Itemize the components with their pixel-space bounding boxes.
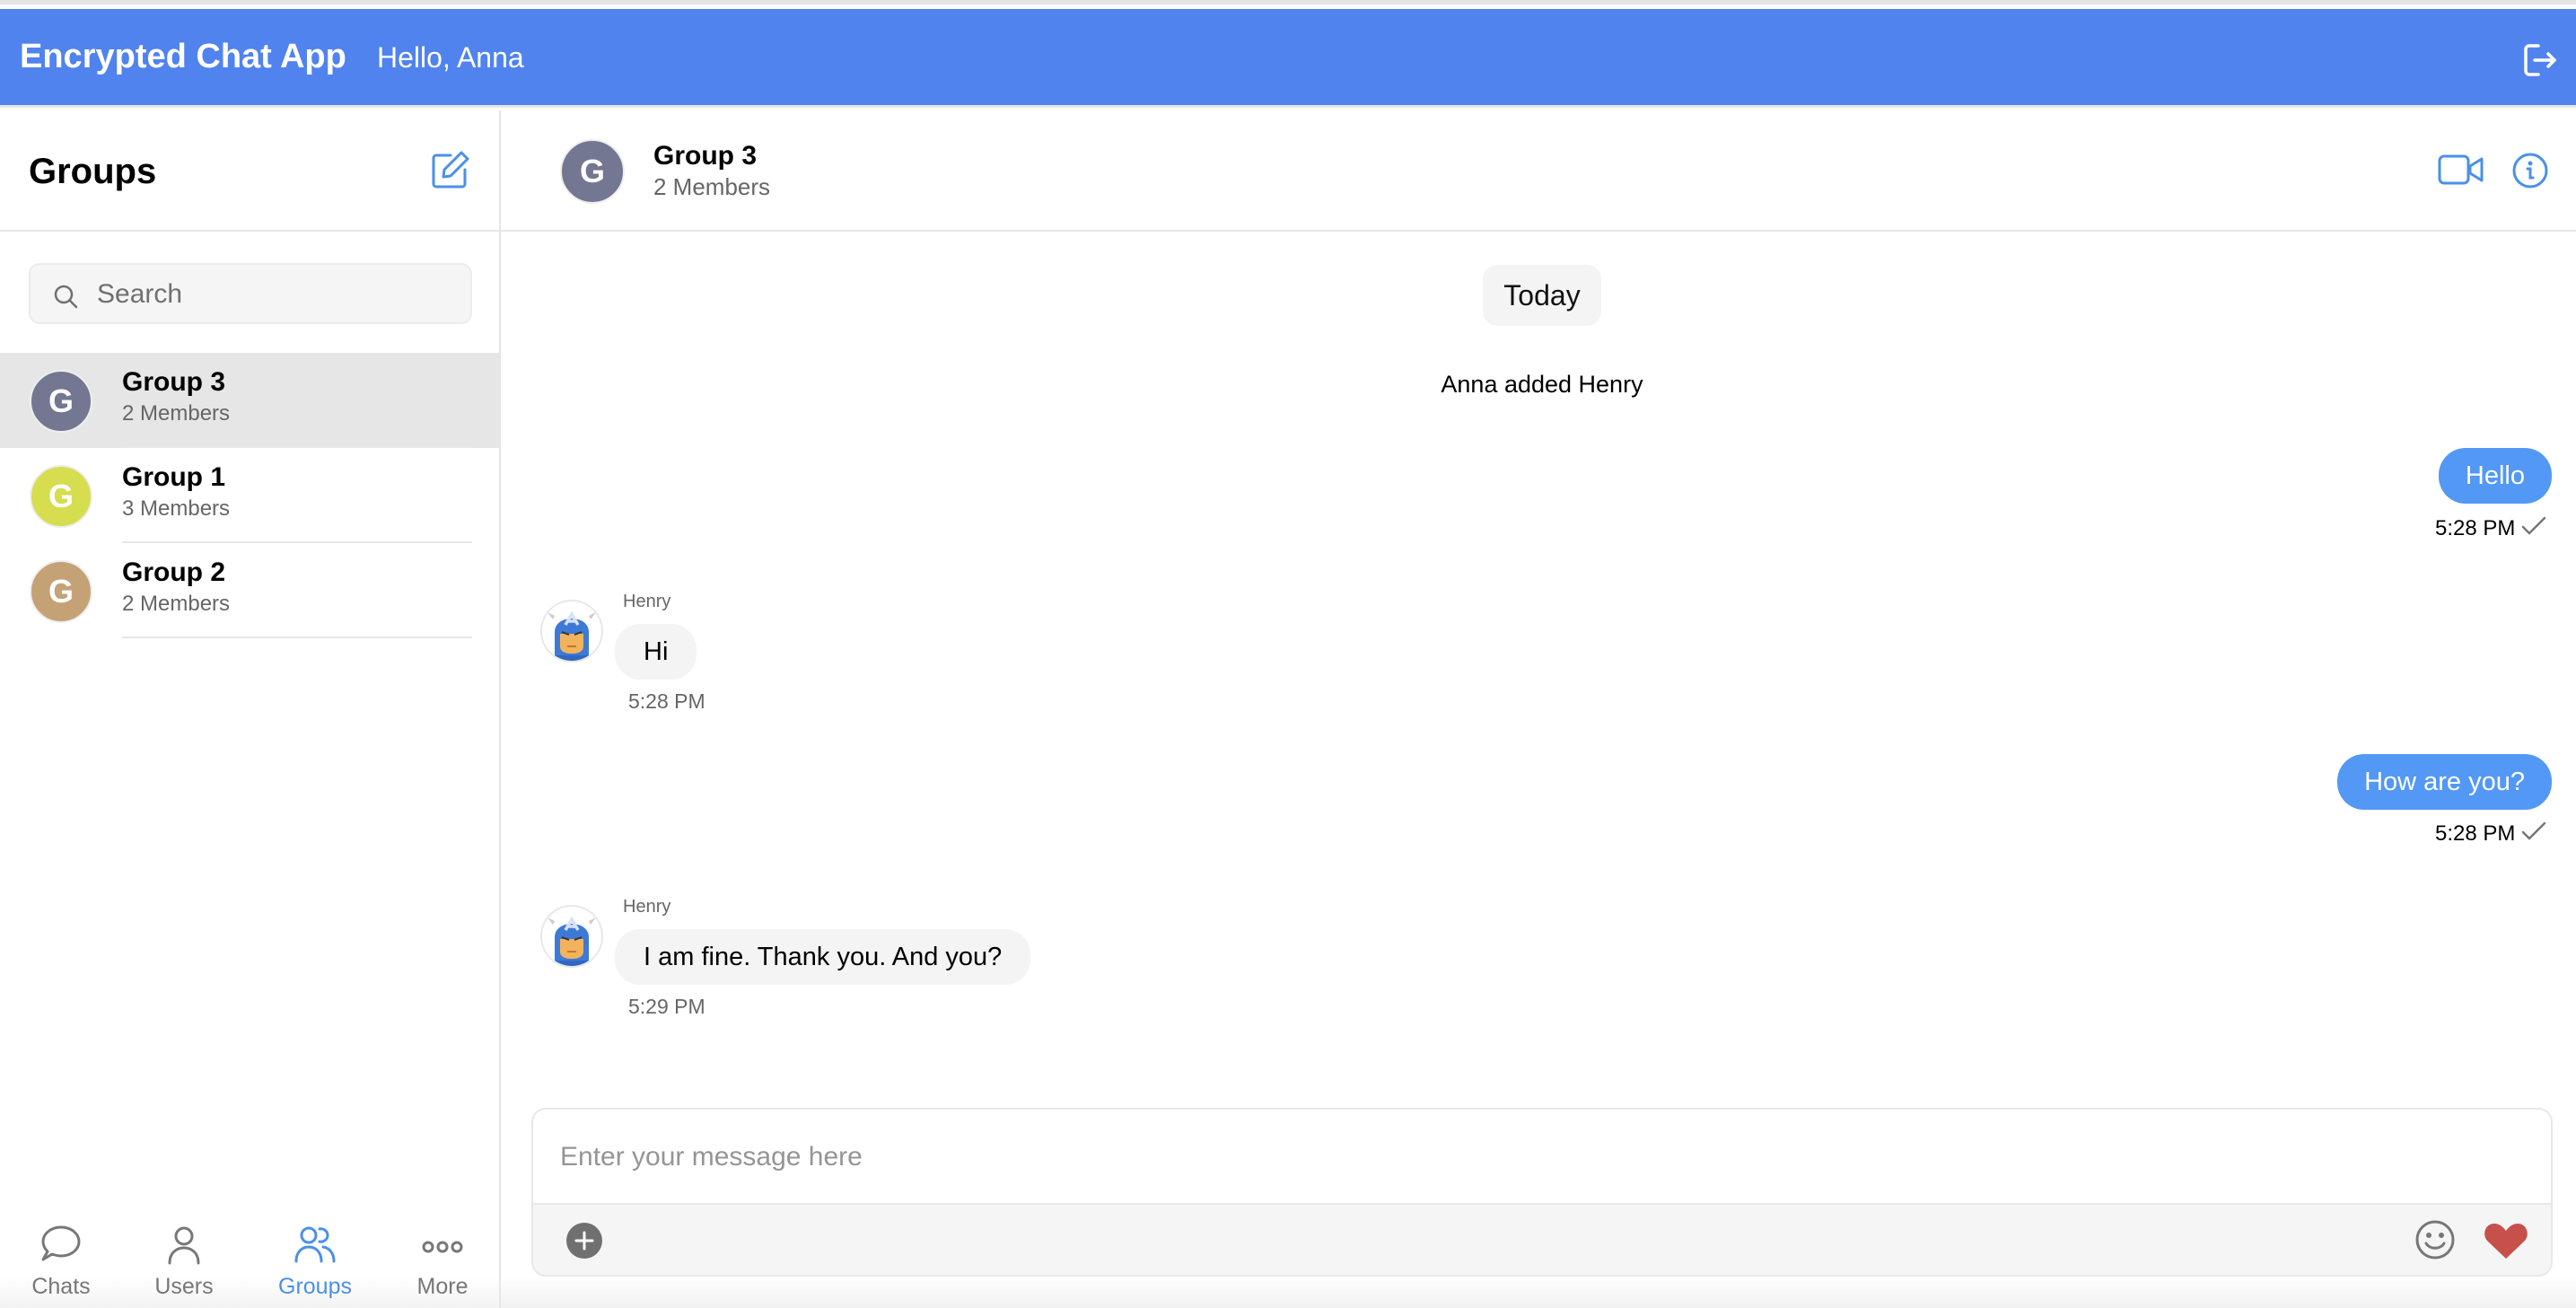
compose-icon bbox=[432, 151, 469, 189]
outgoing-message-bubble[interactable]: How are you? bbox=[2337, 754, 2552, 810]
nav-tab-more[interactable]: More bbox=[389, 1204, 496, 1308]
henry-avatar[interactable] bbox=[540, 600, 603, 663]
captain-avatar-icon bbox=[548, 916, 596, 966]
info-icon bbox=[2512, 153, 2548, 189]
incoming-message-bubble[interactable]: Hi bbox=[615, 624, 697, 680]
new-group-button[interactable] bbox=[429, 148, 472, 191]
more-dots-icon bbox=[422, 1241, 463, 1253]
chat-group-avatar[interactable]: G bbox=[560, 139, 625, 204]
search-input[interactable] bbox=[97, 274, 456, 315]
attach-button[interactable] bbox=[566, 1223, 602, 1259]
chat-title: Group 3 bbox=[653, 141, 758, 171]
video-call-icon bbox=[2438, 154, 2484, 185]
search-icon bbox=[54, 285, 78, 309]
bottom-nav: Chats Users Groups More bbox=[0, 1204, 499, 1308]
sender-name: Henry bbox=[623, 897, 671, 917]
group-list: G Group 3 2 Members G Group 1 3 Members … bbox=[0, 353, 499, 638]
sidebar-header: Groups bbox=[0, 110, 499, 232]
sent-check-icon bbox=[2521, 516, 2546, 535]
nav-label: Chats bbox=[31, 1274, 91, 1299]
sidebar: Groups G Group 3 2 Members G bbox=[0, 110, 501, 1308]
group-list-item[interactable]: G Group 2 2 Members bbox=[0, 543, 499, 638]
message-time: 5:28 PM bbox=[2435, 821, 2516, 846]
message-time: 5:29 PM bbox=[628, 995, 705, 1018]
app-title: Encrypted Chat App bbox=[20, 38, 346, 75]
chat-bubble-icon bbox=[41, 1225, 81, 1261]
nav-label: Users bbox=[154, 1274, 214, 1299]
user-icon bbox=[168, 1226, 200, 1265]
captain-avatar-icon bbox=[548, 610, 596, 661]
system-message: Anna added Henry bbox=[1441, 371, 1643, 398]
chat-header: G Group 3 2 Members bbox=[501, 110, 2576, 232]
date-separator: Today bbox=[1483, 265, 1601, 326]
plus-icon bbox=[574, 1231, 594, 1251]
group-avatar: G bbox=[30, 560, 92, 623]
message-composer bbox=[531, 1108, 2553, 1277]
search-field[interactable] bbox=[29, 263, 472, 324]
users-group-icon bbox=[294, 1226, 336, 1263]
emoji-button[interactable] bbox=[2414, 1219, 2456, 1260]
nav-label: More bbox=[416, 1274, 469, 1299]
group-list-item[interactable]: G Group 3 2 Members bbox=[0, 353, 499, 448]
group-member-count: 3 Members bbox=[122, 496, 231, 521]
user-greeting: Hello, Anna bbox=[377, 41, 524, 74]
group-list-item[interactable]: G Group 1 3 Members bbox=[0, 448, 499, 543]
group-name: Group 2 bbox=[122, 557, 226, 587]
sidebar-title: Groups bbox=[29, 152, 157, 191]
app-window: Encrypted Chat App Hello, Anna Groups Se… bbox=[0, 0, 2576, 1308]
sender-name: Henry bbox=[623, 592, 671, 611]
like-button[interactable] bbox=[2483, 1221, 2529, 1260]
sent-check-icon bbox=[2521, 821, 2546, 840]
logout-icon bbox=[2524, 44, 2556, 76]
incoming-message-bubble[interactable]: I am fine. Thank you. And you? bbox=[615, 929, 1031, 985]
logout-button[interactable] bbox=[2520, 40, 2560, 80]
group-name: Group 3 bbox=[122, 367, 226, 397]
top-bar: Encrypted Chat App Hello, Anna bbox=[0, 9, 2576, 108]
message-input[interactable] bbox=[560, 1135, 2517, 1180]
nav-tab-groups[interactable]: Groups bbox=[261, 1204, 369, 1308]
heart-icon bbox=[2484, 1224, 2528, 1259]
group-avatar: G bbox=[30, 465, 92, 528]
chat-member-count: 2 Members bbox=[653, 173, 771, 200]
nav-label: Groups bbox=[278, 1274, 352, 1299]
group-member-count: 2 Members bbox=[122, 592, 231, 616]
group-name: Group 1 bbox=[122, 462, 226, 492]
group-info-button[interactable] bbox=[2511, 152, 2549, 189]
video-call-button[interactable] bbox=[2438, 154, 2484, 186]
nav-tab-chats[interactable]: Chats bbox=[7, 1204, 115, 1308]
smiley-icon bbox=[2415, 1220, 2455, 1260]
composer-toolbar bbox=[533, 1203, 2551, 1275]
henry-avatar[interactable] bbox=[540, 905, 603, 968]
message-time: 5:28 PM bbox=[628, 689, 705, 713]
chat-panel: G Group 3 2 Members Today Anna added Hen… bbox=[501, 110, 2576, 1308]
group-member-count: 2 Members bbox=[122, 401, 231, 426]
message-time: 5:28 PM bbox=[2435, 516, 2516, 540]
group-avatar: G bbox=[30, 370, 92, 433]
nav-tab-users[interactable]: Users bbox=[130, 1204, 238, 1308]
outgoing-message-bubble[interactable]: Hello bbox=[2438, 448, 2552, 504]
divider bbox=[122, 636, 472, 638]
